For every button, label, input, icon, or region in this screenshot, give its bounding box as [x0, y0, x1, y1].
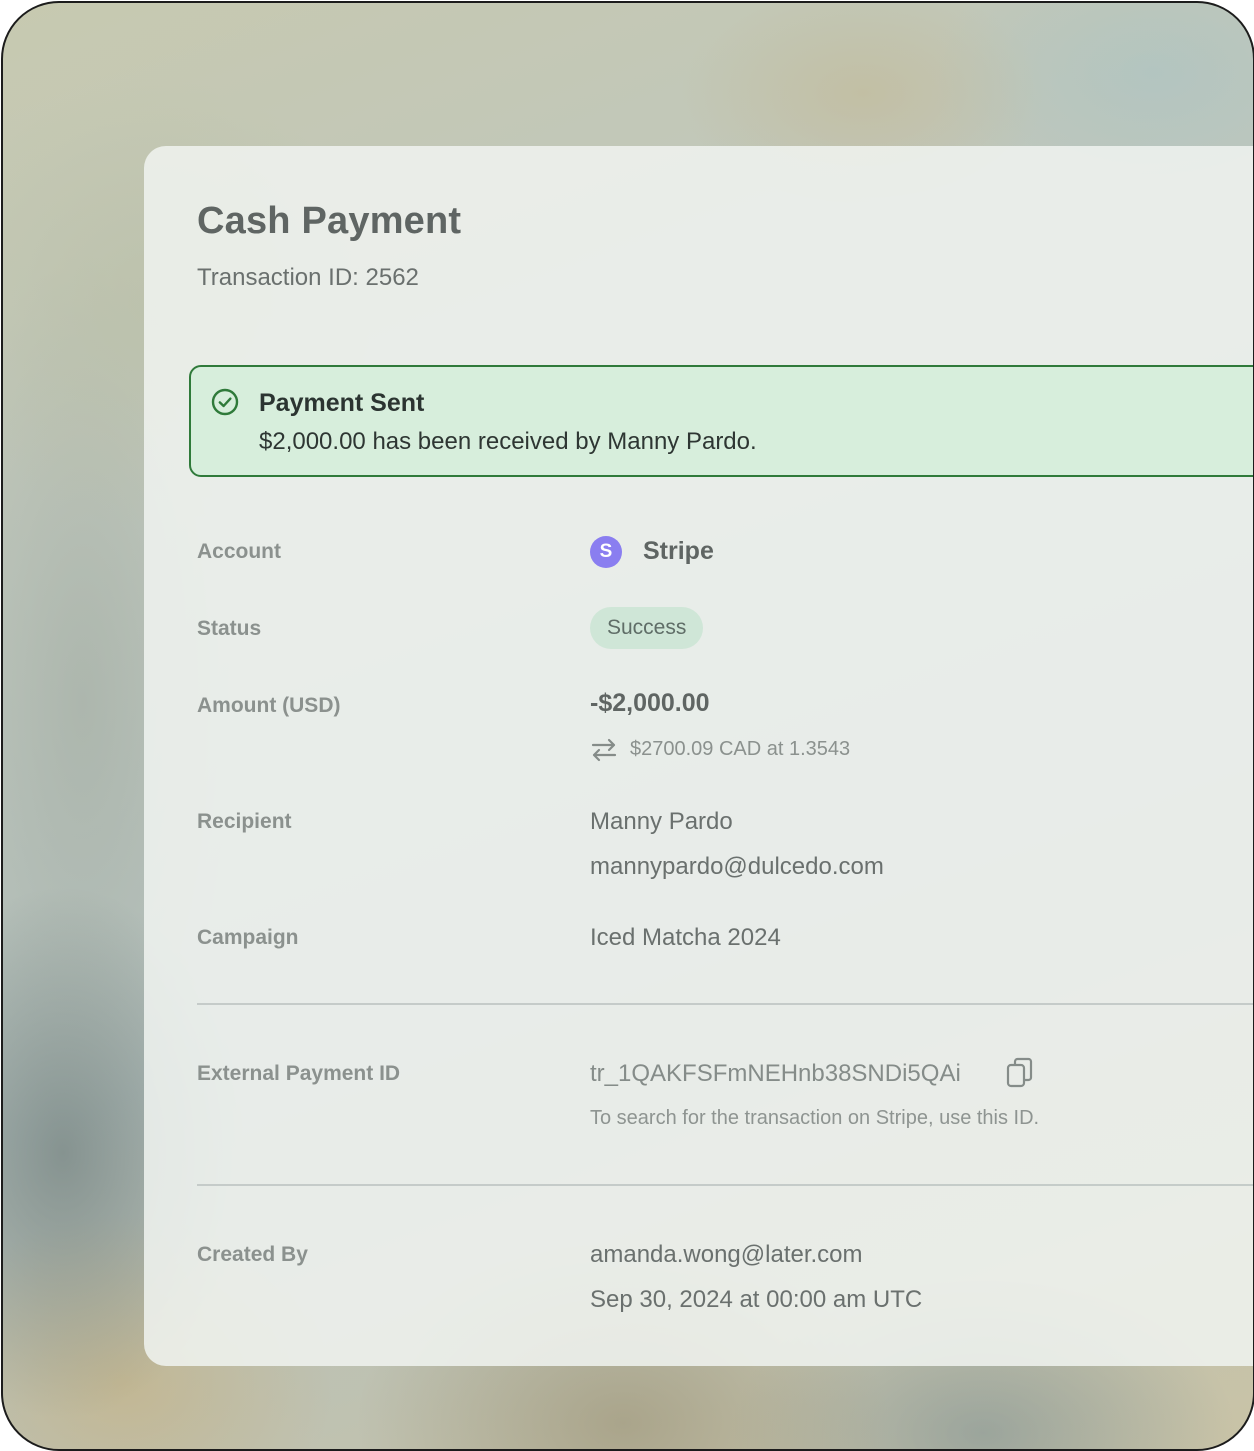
status-label: Status	[197, 617, 262, 640]
account-value: Stripe	[643, 537, 714, 565]
recipient-label: Recipient	[197, 810, 292, 833]
campaign-value: Iced Matcha 2024	[590, 924, 781, 951]
external-payment-id-label: External Payment ID	[197, 1062, 401, 1085]
transaction-id: Transaction ID: 2562	[197, 264, 419, 291]
currency-conversion: $2700.09 CAD at 1.3543	[630, 738, 851, 760]
alert-title: Payment Sent	[259, 389, 425, 417]
account-label: Account	[197, 540, 281, 563]
amount-label: Amount (USD)	[197, 694, 341, 717]
created-by-label: Created By	[197, 1243, 308, 1266]
created-timestamp: Sep 30, 2024 at 00:00 am UTC	[590, 1286, 923, 1313]
transaction-detail-card: Cash Payment Transaction ID: 2562 Paymen…	[144, 146, 1253, 1366]
check-circle-icon	[211, 388, 239, 416]
external-payment-id-value: tr_1QAKFSFmNEHnb38SNDi5QAi	[590, 1060, 961, 1087]
alert-message: $2,000.00 has been received by Manny Par…	[259, 428, 757, 455]
payment-sent-alert: Payment Sent $2,000.00 has been received…	[189, 365, 1253, 477]
divider	[197, 1184, 1253, 1186]
device-frame: Cash Payment Transaction ID: 2562 Paymen…	[1, 1, 1254, 1451]
recipient-email: mannypardo@dulcedo.com	[590, 853, 884, 880]
divider	[197, 1003, 1253, 1005]
recipient-name: Manny Pardo	[590, 808, 733, 835]
amount-value: -$2,000.00	[590, 689, 710, 717]
external-payment-id-hint: To search for the transaction on Stripe,…	[590, 1107, 1040, 1129]
campaign-label: Campaign	[197, 926, 299, 949]
stripe-logo-icon: S	[590, 536, 622, 568]
created-by-email: amanda.wong@later.com	[590, 1241, 863, 1268]
swap-arrows-icon	[591, 738, 617, 762]
page-title: Cash Payment	[197, 200, 462, 242]
status-badge: Success	[590, 607, 704, 649]
copy-icon[interactable]	[1006, 1056, 1034, 1090]
